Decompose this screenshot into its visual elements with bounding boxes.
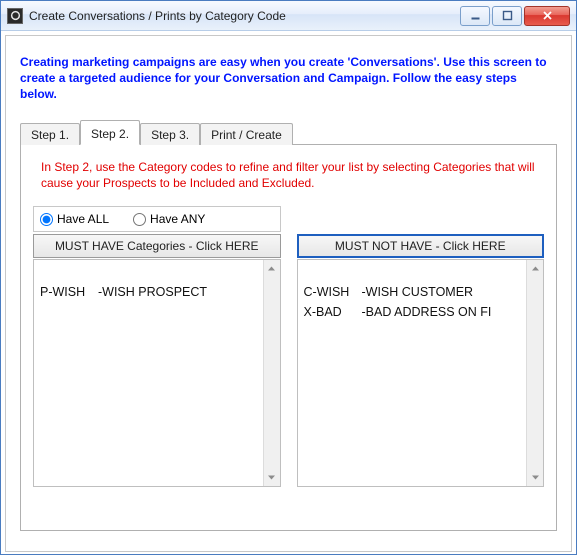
window-title: Create Conversations / Prints by Categor… — [29, 9, 460, 23]
radio-have-all[interactable]: Have ALL — [40, 212, 109, 226]
match-mode-group: Have ALL Have ANY — [33, 206, 281, 232]
scroll-down-icon[interactable] — [264, 469, 280, 486]
exclude-scrollbar[interactable] — [526, 260, 543, 486]
minimize-button[interactable] — [460, 6, 490, 26]
scroll-track[interactable] — [264, 277, 280, 469]
columns: Have ALL Have ANY MUST HAVE Categories -… — [33, 206, 544, 487]
include-listbox[interactable]: P-WISH-WISH PROSPECT — [33, 259, 281, 487]
client-area: Creating marketing campaigns are easy wh… — [1, 31, 576, 556]
must-have-button[interactable]: MUST HAVE Categories - Click HERE — [33, 234, 281, 258]
scroll-down-icon[interactable] — [527, 469, 543, 486]
main-panel: Creating marketing campaigns are easy wh… — [5, 35, 572, 552]
radio-have-any-input[interactable] — [133, 213, 146, 226]
category-code: P-WISH — [40, 282, 98, 302]
list-item[interactable]: X-BAD-BAD ADDRESS ON FI — [304, 302, 521, 322]
category-desc: -WISH CUSTOMER — [362, 282, 521, 302]
exclude-column: MUST NOT HAVE - Click HERE C-WISH-WISH C… — [297, 206, 545, 487]
radio-have-all-label: Have ALL — [57, 212, 109, 226]
minimize-icon — [470, 10, 481, 21]
scroll-track[interactable] — [527, 277, 543, 469]
category-desc: -WISH PROSPECT — [98, 282, 257, 302]
category-code: C-WISH — [304, 282, 362, 302]
include-column: Have ALL Have ANY MUST HAVE Categories -… — [33, 206, 281, 487]
maximize-icon — [502, 10, 513, 21]
include-scrollbar[interactable] — [263, 260, 280, 486]
app-icon — [7, 8, 23, 24]
window-controls — [460, 6, 570, 26]
tab-step-2[interactable]: Step 2. — [80, 120, 140, 145]
radio-have-all-input[interactable] — [40, 213, 53, 226]
exclude-list-inner: C-WISH-WISH CUSTOMERX-BAD-BAD ADDRESS ON… — [298, 260, 527, 486]
close-icon — [542, 10, 553, 21]
tab-bar: Step 1. Step 2. Step 3. Print / Create — [20, 121, 557, 145]
tab-step-3[interactable]: Step 3. — [140, 123, 200, 145]
tab-content: In Step 2, use the Category codes to ref… — [20, 145, 557, 531]
radio-have-any[interactable]: Have ANY — [133, 212, 205, 226]
radio-have-any-label: Have ANY — [150, 212, 205, 226]
tab-print-create[interactable]: Print / Create — [200, 123, 293, 145]
tab-step-1[interactable]: Step 1. — [20, 123, 80, 145]
spacer — [297, 206, 545, 232]
step-instructions: In Step 2, use the Category codes to ref… — [41, 159, 536, 193]
maximize-button[interactable] — [492, 6, 522, 26]
title-bar: Create Conversations / Prints by Categor… — [1, 1, 576, 31]
list-item[interactable]: P-WISH-WISH PROSPECT — [40, 282, 257, 302]
scroll-up-icon[interactable] — [527, 260, 543, 277]
category-desc: -BAD ADDRESS ON FI — [362, 302, 521, 322]
intro-text: Creating marketing campaigns are easy wh… — [20, 54, 557, 103]
exclude-listbox[interactable]: C-WISH-WISH CUSTOMERX-BAD-BAD ADDRESS ON… — [297, 259, 545, 487]
close-button[interactable] — [524, 6, 570, 26]
scroll-up-icon[interactable] — [264, 260, 280, 277]
include-list-inner: P-WISH-WISH PROSPECT — [34, 260, 263, 486]
category-code: X-BAD — [304, 302, 362, 322]
list-item[interactable]: C-WISH-WISH CUSTOMER — [304, 282, 521, 302]
must-not-have-button[interactable]: MUST NOT HAVE - Click HERE — [297, 234, 545, 258]
